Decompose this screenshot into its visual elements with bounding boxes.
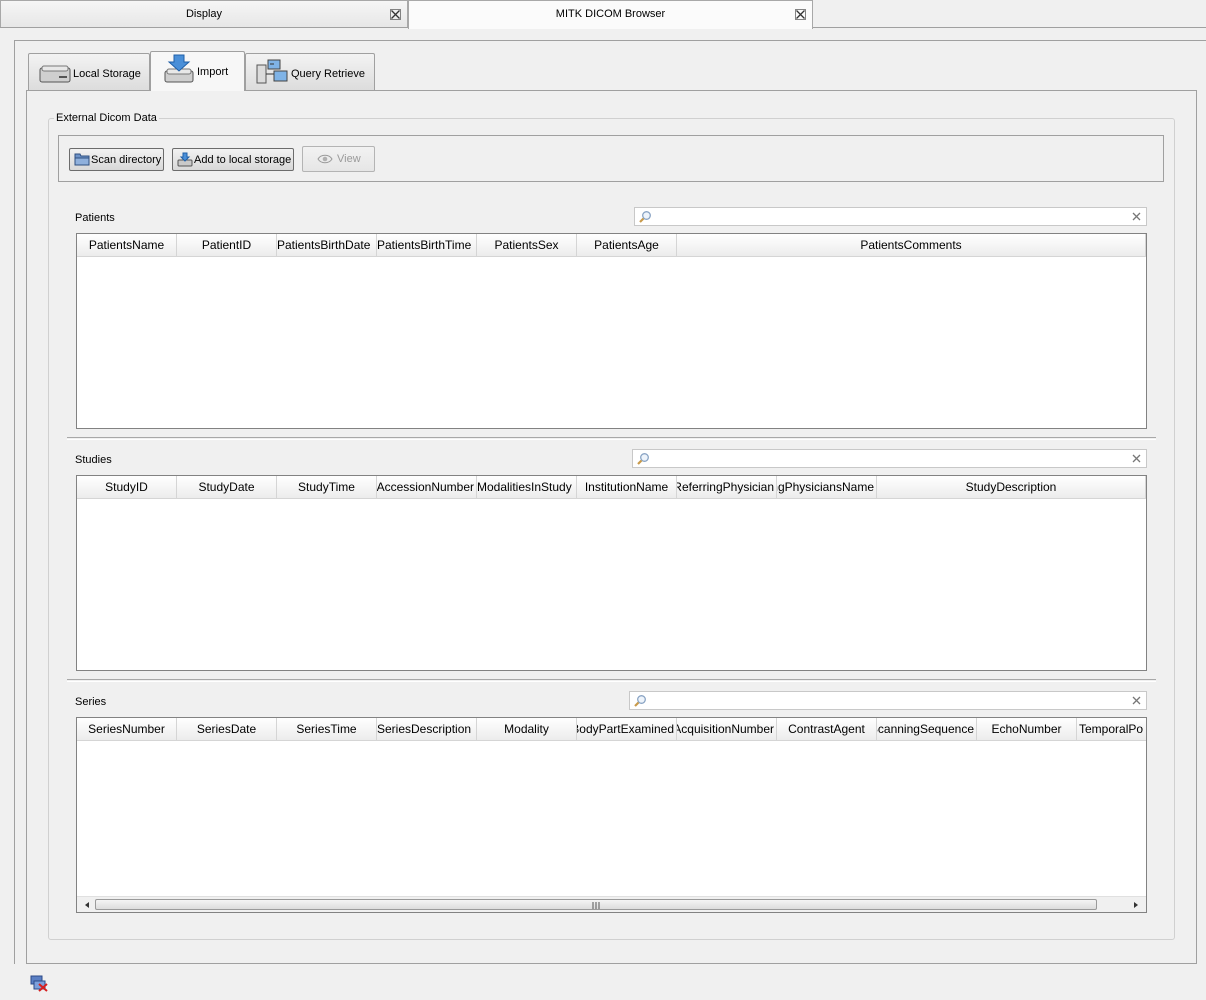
splitter-handle[interactable]: [67, 437, 1156, 440]
close-icon[interactable]: [795, 9, 806, 20]
patients-label: Patients: [75, 212, 115, 224]
column-header[interactable]: SeriesDate: [177, 718, 277, 740]
series-table-header: SeriesNumber SeriesDate SeriesTime Serie…: [77, 718, 1146, 741]
column-header[interactable]: AcquisitionNumber: [677, 718, 777, 740]
tab-label: Query Retrieve: [291, 68, 365, 80]
patients-search-input[interactable]: [655, 209, 1125, 224]
search-icon: [639, 211, 651, 223]
column-header[interactable]: StudyDate: [177, 476, 277, 498]
button-label: View: [337, 153, 361, 165]
column-header[interactable]: PatientsComments: [677, 234, 1146, 256]
column-header[interactable]: ModalitiesInStudy: [477, 476, 577, 498]
scroll-right-arrow-icon[interactable]: [1128, 897, 1144, 913]
column-header[interactable]: ScanningSequence: [877, 718, 977, 740]
folder-icon: [74, 153, 90, 166]
column-header[interactable]: PatientsName: [77, 234, 177, 256]
import-download-icon: [164, 54, 194, 83]
column-header[interactable]: StudyID: [77, 476, 177, 498]
editor-tab-label: MITK DICOM Browser: [555, 8, 666, 20]
column-header[interactable]: PatientID: [177, 234, 277, 256]
tab-query-retrieve[interactable]: Query Retrieve: [245, 53, 375, 91]
column-header[interactable]: EchoNumber: [977, 718, 1077, 740]
column-header[interactable]: PatientsAge: [577, 234, 677, 256]
studies-table[interactable]: StudyID StudyDate StudyTime AccessionNum…: [76, 475, 1147, 671]
column-header[interactable]: BodyPartExamined: [577, 718, 677, 740]
series-search-input[interactable]: [650, 693, 1125, 708]
patients-table[interactable]: PatientsName PatientID PatientsBirthDate…: [76, 233, 1147, 429]
tab-label: Local Storage: [73, 68, 141, 80]
view-button[interactable]: View: [302, 146, 375, 172]
close-icon[interactable]: [390, 9, 401, 20]
column-header[interactable]: PerformingPhysiciansName: [777, 476, 877, 498]
column-header[interactable]: SeriesNumber: [77, 718, 177, 740]
button-label: Scan directory: [91, 154, 162, 166]
grip-icon: [592, 902, 600, 909]
studies-search-input[interactable]: [653, 451, 1125, 466]
editor-tab-mitk-dicom-browser[interactable]: MITK DICOM Browser: [408, 0, 813, 29]
studies-table-header: StudyID StudyDate StudyTime AccessionNum…: [77, 476, 1146, 499]
button-label: Add to local storage: [194, 154, 292, 166]
column-header[interactable]: StudyDescription: [877, 476, 1146, 498]
group-title: External Dicom Data: [54, 112, 159, 125]
clear-icon[interactable]: [1132, 212, 1141, 221]
clear-icon[interactable]: [1132, 454, 1141, 463]
scrollbar-thumb[interactable]: [95, 899, 1097, 910]
tab-local-storage[interactable]: Local Storage: [28, 53, 150, 91]
series-table[interactable]: SeriesNumber SeriesDate SeriesTime Serie…: [76, 717, 1147, 913]
eye-icon: [317, 154, 333, 164]
column-header[interactable]: PatientsSex: [477, 234, 577, 256]
scroll-left-arrow-icon[interactable]: [79, 897, 95, 913]
editor-tab-display[interactable]: Display: [0, 0, 408, 28]
column-header[interactable]: SeriesTime: [277, 718, 377, 740]
patients-search: [634, 207, 1147, 226]
search-icon: [634, 695, 646, 707]
tab-label: Import: [197, 66, 229, 78]
column-header[interactable]: PatientsBirthDate: [277, 234, 377, 256]
editor-tab-label: Display: [185, 8, 223, 20]
clear-icon[interactable]: [1132, 696, 1141, 705]
editor-tab-bar: Display MITK DICOM Browser: [0, 0, 1206, 29]
column-header[interactable]: TemporalPo: [1077, 718, 1146, 740]
add-to-local-storage-button[interactable]: Add to local storage: [172, 148, 294, 171]
splitter-handle[interactable]: [67, 679, 1156, 682]
add-storage-icon: [177, 152, 193, 167]
column-header[interactable]: PatientsBirthTime: [377, 234, 477, 256]
series-search: [629, 691, 1147, 710]
column-header[interactable]: StudyTime: [277, 476, 377, 498]
column-header[interactable]: ContrastAgent: [777, 718, 877, 740]
column-header[interactable]: AccessionNumber: [377, 476, 477, 498]
hard-drive-icon: [39, 65, 71, 83]
scan-directory-button[interactable]: Scan directory: [69, 148, 164, 171]
tab-import[interactable]: Import: [150, 51, 245, 91]
series-label: Series: [75, 696, 107, 708]
column-header[interactable]: SeriesDescription: [377, 718, 477, 740]
horizontal-scrollbar[interactable]: [77, 896, 1146, 912]
network-computers-icon: [256, 59, 288, 84]
studies-label: Studies: [75, 454, 112, 466]
column-header[interactable]: ReferringPhysician: [677, 476, 777, 498]
column-header[interactable]: Modality: [477, 718, 577, 740]
studies-search: [632, 449, 1147, 468]
search-icon: [637, 453, 649, 465]
disconnected-status-icon[interactable]: [30, 974, 48, 992]
patients-table-header: PatientsName PatientID PatientsBirthDate…: [77, 234, 1146, 257]
column-header[interactable]: InstitutionName: [577, 476, 677, 498]
